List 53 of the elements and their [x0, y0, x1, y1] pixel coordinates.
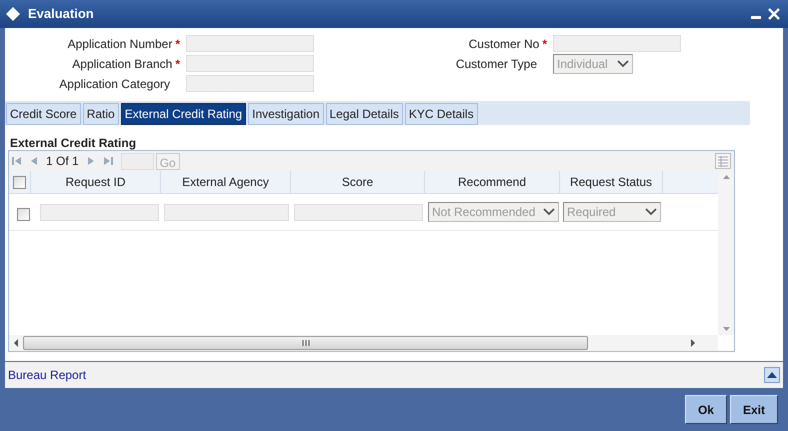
scroll-down-icon[interactable]: [722, 327, 730, 331]
diamond-icon: [5, 6, 21, 22]
column-header: Request Status: [560, 171, 663, 193]
field-label: Application Number: [68, 36, 172, 52]
dialog-button[interactable]: Ok: [684, 395, 727, 424]
field-label: Application Category: [59, 76, 170, 92]
required-marker: *: [175, 36, 180, 52]
next-page-icon[interactable]: [86, 156, 95, 166]
bureau-report-link[interactable]: Bureau Report: [8, 366, 86, 384]
tab[interactable]: Investigation: [248, 103, 324, 125]
input-field[interactable]: [553, 35, 681, 52]
required-marker: *: [542, 36, 547, 52]
section-title: External Credit Rating: [10, 135, 138, 148]
dialog-button[interactable]: Exit: [730, 395, 778, 424]
first-page-icon[interactable]: [12, 156, 22, 166]
column-header: Recommend: [425, 171, 560, 193]
window-title: Evaluation: [28, 5, 94, 24]
field-label: Customer No: [468, 36, 540, 52]
tab[interactable]: Ratio: [82, 103, 119, 125]
column-header: External Agency: [161, 171, 291, 193]
field-label: Application Branch: [72, 56, 172, 72]
field-label: Customer Type: [456, 56, 537, 72]
vertical-scrollbar[interactable]: [718, 171, 734, 335]
scroll-up-icon[interactable]: [722, 175, 730, 179]
horizontal-scrollbar-thumb[interactable]: [23, 336, 588, 350]
tab[interactable]: KYC Details: [404, 103, 478, 125]
grip-icon: [302, 340, 310, 346]
tab[interactable]: External Credit Rating: [120, 103, 246, 125]
chevron-down-icon: [645, 208, 657, 216]
collapse-up-icon[interactable]: [764, 367, 780, 383]
page-indicator: 1 Of 1: [46, 153, 79, 170]
scroll-left-icon[interactable]: [13, 339, 19, 347]
column-header: Request ID: [31, 171, 161, 193]
chevron-down-icon: [543, 208, 555, 216]
input-field[interactable]: [186, 55, 314, 72]
input-field[interactable]: [164, 204, 289, 220]
required-marker: *: [175, 56, 180, 72]
last-page-icon[interactable]: [102, 156, 113, 166]
chevron-down-icon: [617, 60, 629, 68]
input-field[interactable]: [186, 75, 314, 92]
scroll-right-icon[interactable]: [690, 339, 696, 347]
checkbox[interactable]: [16, 208, 30, 220]
tab[interactable]: Credit Score: [6, 103, 81, 125]
input-field[interactable]: [294, 204, 423, 220]
input-field[interactable]: [40, 204, 159, 220]
previous-page-icon[interactable]: [30, 156, 38, 166]
tab[interactable]: Legal Details: [326, 103, 403, 125]
column-header: Score: [291, 171, 425, 193]
checkbox[interactable]: [13, 176, 26, 188]
input-field[interactable]: [186, 35, 314, 52]
page-number-field[interactable]: [120, 152, 154, 170]
close-icon[interactable]: [768, 8, 780, 20]
columns-icon[interactable]: [715, 153, 731, 169]
